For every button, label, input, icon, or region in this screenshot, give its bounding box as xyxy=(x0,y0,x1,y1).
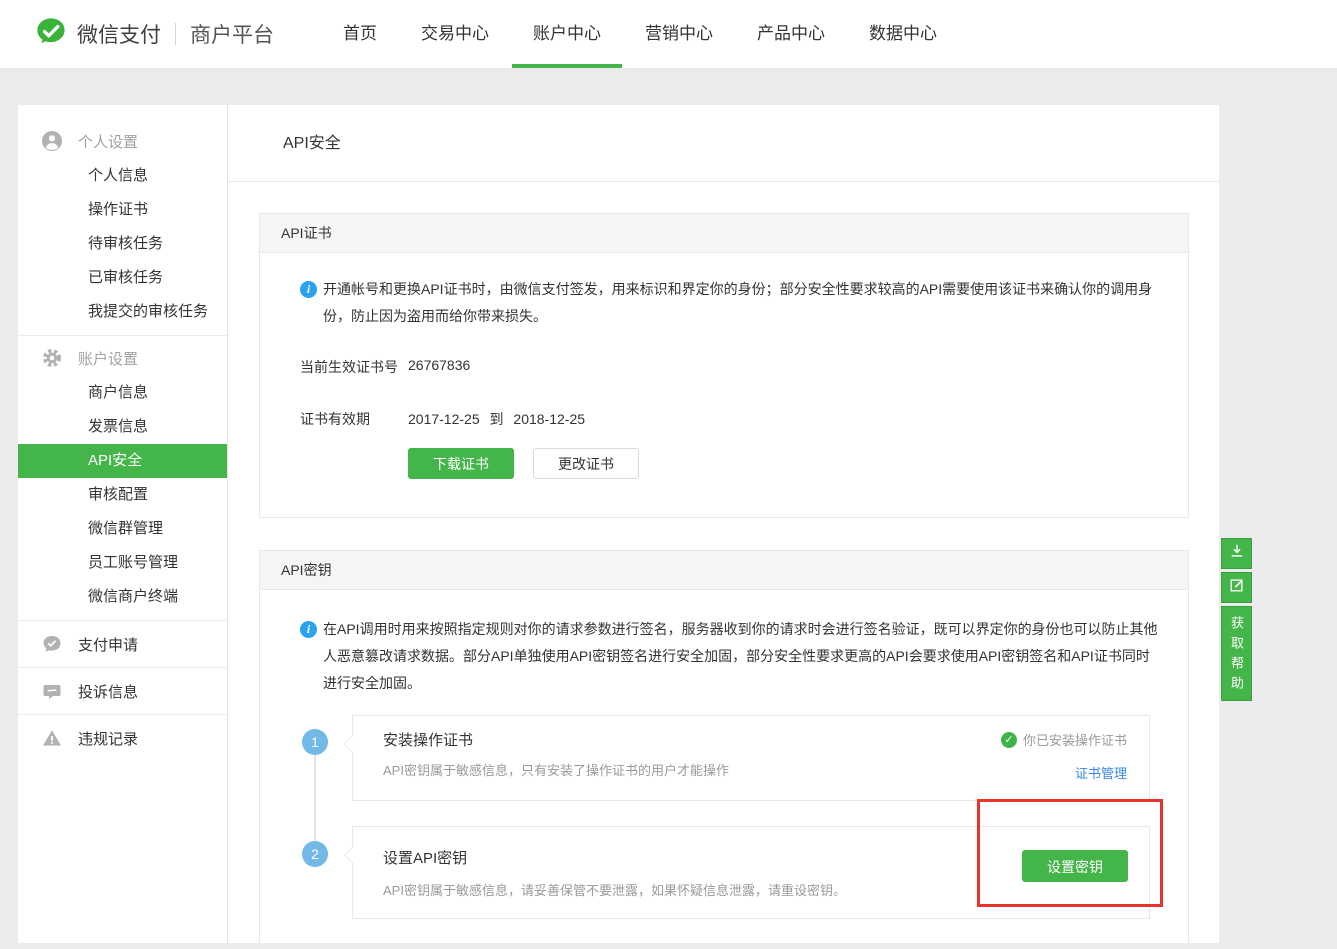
user-icon xyxy=(42,131,62,151)
page-title: API安全 xyxy=(228,105,1219,182)
step-1-title: 安装操作证书 xyxy=(383,729,473,750)
cert-no-value: 26767836 xyxy=(408,357,470,373)
sidebar-link-complaint-info[interactable]: 投诉信息 xyxy=(18,668,227,714)
check-circle-icon: ✓ xyxy=(1001,732,1017,748)
validity-to: 2018-12-25 xyxy=(513,411,585,427)
info-icon: i xyxy=(300,281,317,298)
download-cert-button[interactable]: 下载证书 xyxy=(408,448,514,479)
main-content: API安全 API证书 i 开通帐号和更换API证书时，由微信支付签发，用来标识… xyxy=(227,105,1219,943)
sidebar-group-account-settings[interactable]: 账户设置 xyxy=(18,340,227,376)
validity-label: 证书有效期 xyxy=(300,409,370,429)
wechat-pay-merchant-page: 微信支付 商户平台 首页 交易中心 账户中心 营销中心 产品中心 数据中心 个人… xyxy=(0,0,1337,949)
sidebar-link-label: 支付申请 xyxy=(78,634,138,655)
brand-divider xyxy=(175,23,176,45)
nav-data-center[interactable]: 数据中心 xyxy=(869,0,937,68)
sidebar-link-violation-record[interactable]: 违规记录 xyxy=(18,715,227,761)
sidebar-group-personal-settings[interactable]: 个人设置 xyxy=(18,123,227,159)
nav-product-center[interactable]: 产品中心 xyxy=(757,0,825,68)
step-1-card: 安装操作证书 API密钥属于敏感信息，只有安装了操作证书的用户才能操作 ✓ 你已… xyxy=(352,715,1150,801)
section-title: API证书 xyxy=(260,214,1188,253)
sidebar-group-title: 账户设置 xyxy=(78,348,138,369)
sidebar: 个人设置 个人信息 操作证书 待审核任务 已审核任务 我提交的审核任务 账户设置… xyxy=(18,105,227,943)
brand-platform: 商户平台 xyxy=(190,19,274,49)
sidebar-item-wechat-group-mgmt[interactable]: 微信群管理 xyxy=(18,512,227,546)
sidebar-group-title: 个人设置 xyxy=(78,131,138,152)
comment-icon xyxy=(42,681,62,701)
api-certificate-section: API证书 i 开通帐号和更换API证书时，由微信支付签发，用来标识和界定你的身… xyxy=(259,213,1189,518)
cert-no-label: 当前生效证书号 xyxy=(300,357,398,377)
step-1-status: ✓ 你已安装操作证书 xyxy=(1001,730,1127,749)
sidebar-link-label: 投诉信息 xyxy=(78,681,138,702)
download-float-button[interactable] xyxy=(1221,538,1252,569)
brand: 微信支付 商户平台 xyxy=(35,0,274,68)
main-nav: 首页 交易中心 账户中心 营销中心 产品中心 数据中心 xyxy=(343,0,937,68)
step-2-title: 设置API密钥 xyxy=(383,847,467,868)
step-1-desc: API密钥属于敏感信息，只有安装了操作证书的用户才能操作 xyxy=(383,760,729,779)
certificate-info-text: 开通帐号和更换API证书时，由微信支付签发，用来标识和界定你的身份；部分安全性要… xyxy=(323,276,1168,330)
brand-name: 微信支付 xyxy=(77,19,161,49)
validity-from: 2017-12-25 xyxy=(408,411,480,427)
key-info-text: 在API调用时用来按照指定规则对你的请求参数进行签名，服务器收到你的请求时会进行… xyxy=(323,616,1163,697)
step-2-badge: 2 xyxy=(302,841,328,867)
sidebar-item-my-submitted-review[interactable]: 我提交的审核任务 xyxy=(18,295,227,329)
change-cert-button[interactable]: 更改证书 xyxy=(533,448,639,479)
sidebar-item-pending-review[interactable]: 待审核任务 xyxy=(18,227,227,261)
red-highlight-annotation xyxy=(977,799,1163,907)
feedback-float-button[interactable] xyxy=(1221,572,1252,603)
nav-transaction-center[interactable]: 交易中心 xyxy=(421,0,489,68)
sidebar-item-operation-cert[interactable]: 操作证书 xyxy=(18,193,227,227)
sidebar-item-merchant-info[interactable]: 商户信息 xyxy=(18,376,227,410)
sidebar-divider xyxy=(18,335,227,336)
sidebar-item-personal-info[interactable]: 个人信息 xyxy=(18,159,227,193)
cert-management-link[interactable]: 证书管理 xyxy=(1075,763,1127,782)
step-1-badge: 1 xyxy=(302,729,328,755)
sidebar-item-reviewed[interactable]: 已审核任务 xyxy=(18,261,227,295)
validity-value: 2017-12-25 到 2018-12-25 xyxy=(408,409,585,429)
nav-home[interactable]: 首页 xyxy=(343,0,377,68)
edit-icon xyxy=(1229,577,1245,598)
warning-icon xyxy=(42,728,62,748)
validity-joiner: 到 xyxy=(490,411,504,427)
sidebar-link-label: 违规记录 xyxy=(78,728,138,749)
section-title: API密钥 xyxy=(260,551,1188,590)
api-key-section: API密钥 i 在API调用时用来按照指定规则对你的请求参数进行签名，服务器收到… xyxy=(259,550,1189,943)
sidebar-item-invoice-info[interactable]: 发票信息 xyxy=(18,410,227,444)
sidebar-link-payment-application[interactable]: 支付申请 xyxy=(18,621,227,667)
step-1-status-text: 你已安装操作证书 xyxy=(1023,730,1127,749)
step-2-desc: API密钥属于敏感信息，请妥善保管不要泄露，如果怀疑信息泄露，请重设密钥。 xyxy=(383,880,846,899)
step-connector-line xyxy=(314,742,316,854)
chat-check-icon xyxy=(42,634,62,654)
gear-icon xyxy=(42,348,62,368)
download-icon xyxy=(1229,543,1245,564)
sidebar-item-review-config[interactable]: 审核配置 xyxy=(18,478,227,512)
float-help-bar: 获取帮助 xyxy=(1221,538,1252,701)
sidebar-item-wechat-merchant-terminal[interactable]: 微信商户终端 xyxy=(18,580,227,614)
sidebar-item-staff-account-mgmt[interactable]: 员工账号管理 xyxy=(18,546,227,580)
nav-marketing-center[interactable]: 营销中心 xyxy=(645,0,713,68)
get-help-button[interactable]: 获取帮助 xyxy=(1221,606,1252,701)
info-icon: i xyxy=(300,621,317,638)
top-header: 微信支付 商户平台 首页 交易中心 账户中心 营销中心 产品中心 数据中心 xyxy=(0,0,1337,69)
sidebar-item-api-security[interactable]: API安全 xyxy=(18,444,227,478)
nav-account-center[interactable]: 账户中心 xyxy=(533,0,601,68)
wechat-pay-logo-icon xyxy=(35,16,67,53)
